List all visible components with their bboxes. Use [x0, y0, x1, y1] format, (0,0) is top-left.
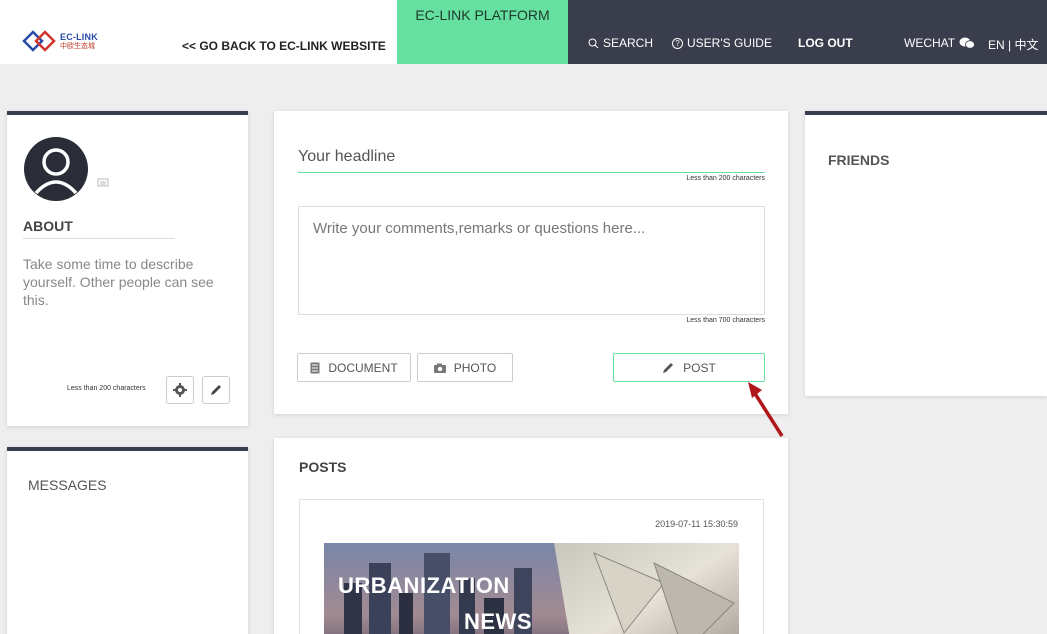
- photo-button-label: PHOTO: [453, 360, 497, 375]
- ec-link-logo-icon: [22, 30, 56, 52]
- post-image[interactable]: URBANIZATION NEWS: [324, 543, 739, 634]
- messages-title: MESSAGES: [28, 477, 107, 493]
- headline-input[interactable]: [298, 141, 765, 173]
- nav-guide-label: USER'S GUIDE: [687, 36, 772, 50]
- friends-title: FRIENDS: [828, 152, 890, 168]
- camera-edit-icon[interactable]: [97, 177, 109, 187]
- camera-icon: [433, 363, 446, 373]
- comment-char-limit: Less than 700 characters: [686, 317, 765, 324]
- platform-tab[interactable]: EC-LINK PLATFORM: [397, 0, 568, 64]
- document-icon: [310, 362, 320, 373]
- post-date: 2019-07-11 15:30:59: [655, 519, 738, 529]
- posts-card: POSTS 2019-07-11 15:30:59 URBANIZATION N…: [274, 438, 788, 634]
- photo-button[interactable]: PHOTO: [417, 353, 513, 382]
- logo-text-cn: 中欧生态城: [60, 42, 95, 50]
- friends-card: FRIENDS: [805, 111, 1047, 396]
- ec-link-logo[interactable]: EC-LINK 中欧生态城: [22, 26, 98, 56]
- avatar[interactable]: [24, 137, 88, 201]
- document-button-label: DOCUMENT: [328, 360, 398, 375]
- about-divider: [23, 238, 175, 239]
- language-switcher[interactable]: EN | 中文: [988, 36, 1038, 53]
- nav-wechat[interactable]: WECHAT: [904, 36, 976, 50]
- headline-char-limit: Less than 200 characters: [686, 175, 765, 182]
- post-image-text-2: NEWS: [464, 609, 532, 634]
- search-icon: [588, 38, 599, 48]
- nav-search-label: SEARCH: [603, 36, 654, 50]
- user-icon: [34, 148, 78, 195]
- post-item[interactable]: 2019-07-11 15:30:59 URBANIZATION NEWS: [299, 499, 764, 634]
- nav-users-guide[interactable]: ? USER'S GUIDE: [672, 36, 772, 50]
- post-composer: Less than 200 characters Less than 700 c…: [274, 111, 788, 414]
- document-button[interactable]: DOCUMENT: [297, 353, 411, 382]
- post-button[interactable]: POST: [613, 353, 765, 382]
- pencil-icon: [211, 385, 221, 395]
- edit-about-button[interactable]: [202, 376, 230, 404]
- help-circle-icon: ?: [672, 37, 683, 49]
- post-image-text-1: URBANIZATION: [338, 573, 510, 598]
- wechat-icon: [959, 37, 976, 49]
- messages-card: MESSAGES: [7, 447, 248, 634]
- comment-textarea[interactable]: [298, 206, 765, 315]
- back-to-website-link[interactable]: << GO BACK TO EC-LINK WEBSITE: [182, 39, 386, 53]
- logo-text-en: EC-LINK: [60, 31, 98, 42]
- top-navigation-bar: EC-LINK 中欧生态城 << GO BACK TO EC-LINK WEBS…: [0, 0, 1047, 64]
- gear-icon: [173, 383, 187, 397]
- logout-button[interactable]: LOG OUT: [798, 36, 853, 50]
- about-title: ABOUT: [23, 218, 73, 234]
- nav-search[interactable]: SEARCH: [588, 36, 653, 50]
- about-description: Take some time to describe yourself. Oth…: [23, 256, 214, 308]
- posts-title: POSTS: [299, 459, 347, 475]
- nav-dark-section: SEARCH ? USER'S GUIDE LOG OUT WECHAT EN …: [568, 0, 1047, 64]
- nav-wechat-label: WECHAT: [904, 36, 956, 50]
- red-arrow-annotation: [748, 382, 784, 437]
- post-button-label: POST: [683, 360, 716, 375]
- profile-card: ABOUT Take some time to describe yoursel…: [7, 111, 248, 426]
- pencil-icon: [663, 363, 674, 373]
- about-char-limit: Less than 200 characters: [67, 385, 146, 392]
- settings-button[interactable]: [166, 376, 194, 404]
